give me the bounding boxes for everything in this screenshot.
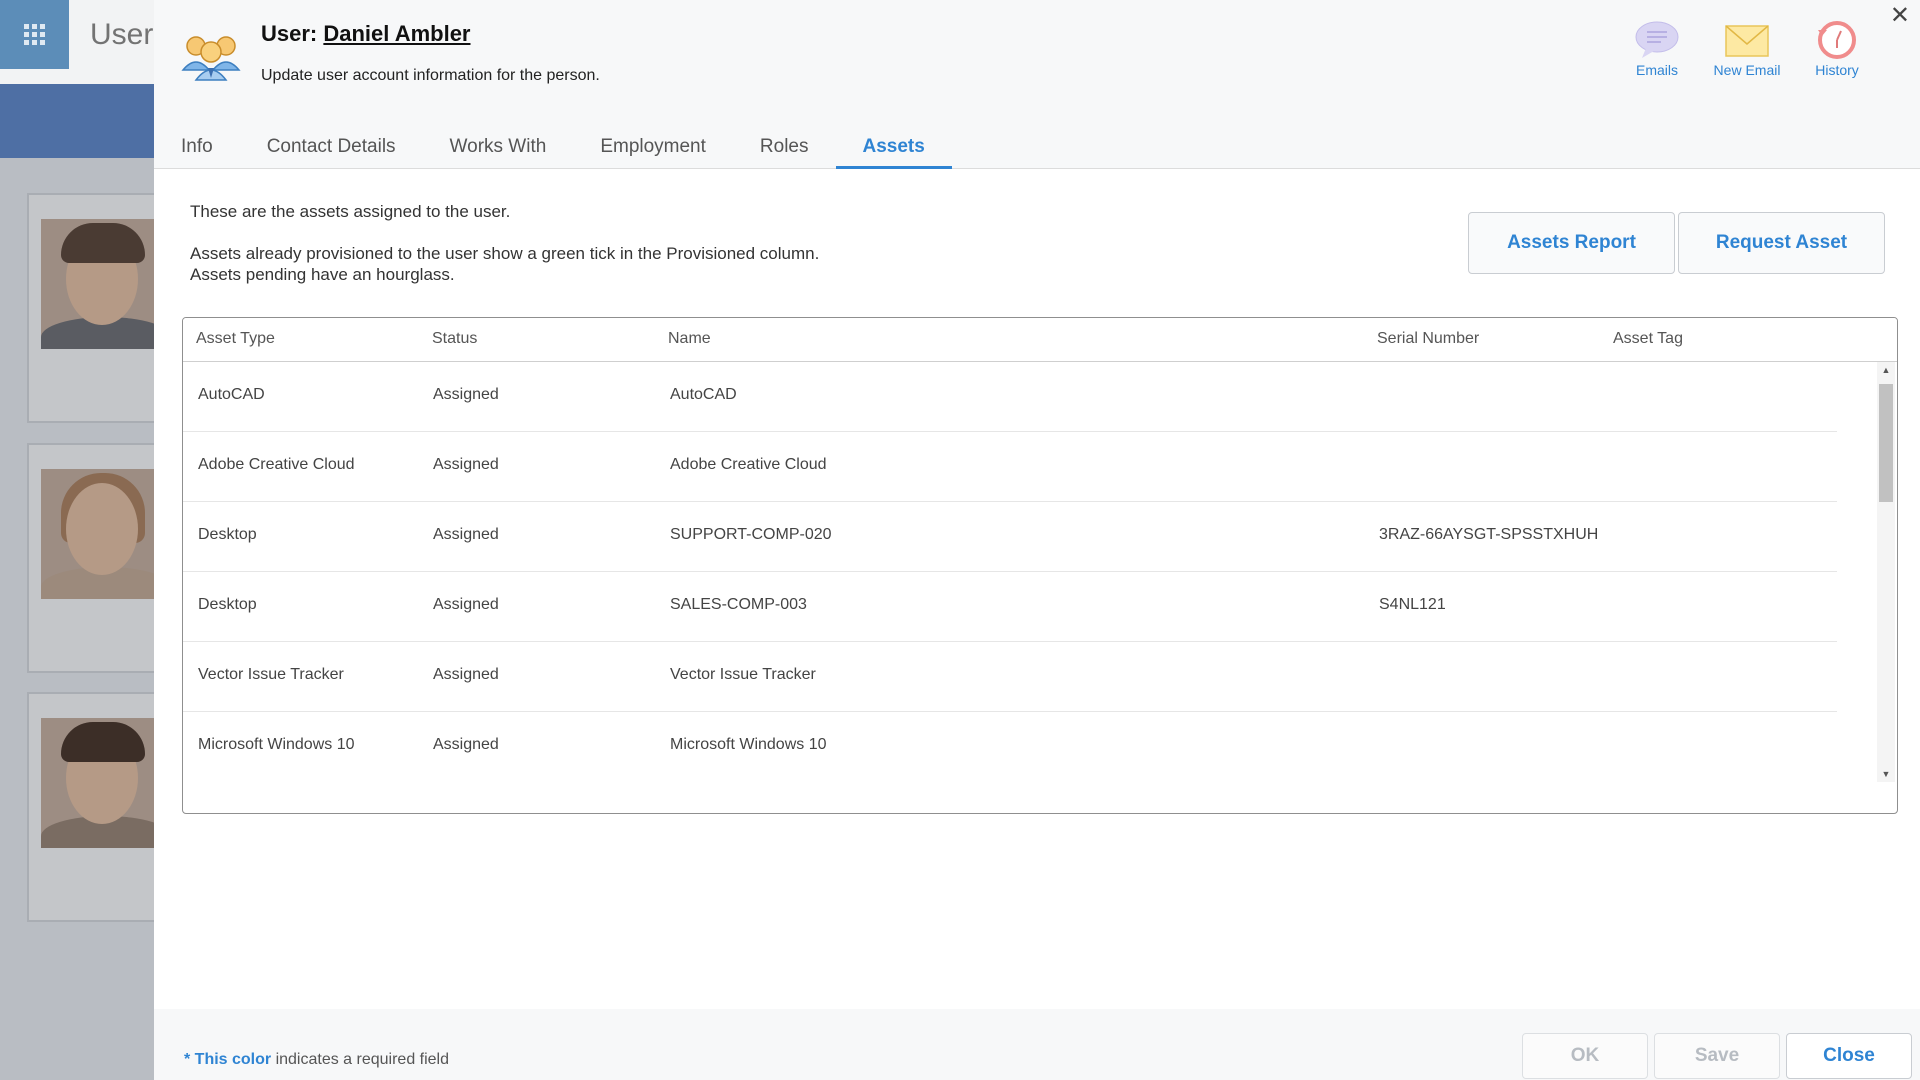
required-field-note: * This color indicates a required field: [184, 1051, 449, 1069]
table-row[interactable]: AutoCAD Assigned AutoCAD: [183, 362, 1837, 432]
dialog-subtitle: Update user account information for the …: [261, 67, 600, 84]
dialog-header: ✕ User: Daniel Ambler Update user accoun…: [154, 0, 1920, 169]
emails-button[interactable]: Emails: [1620, 20, 1694, 78]
table-header: Asset Type Status Name Serial Number Ass…: [183, 318, 1897, 362]
cell-asset-type: Adobe Creative Cloud: [198, 456, 355, 473]
scroll-down-arrow-icon[interactable]: ▼: [1877, 766, 1895, 782]
pending-note: Assets pending have an hourglass.: [190, 265, 455, 284]
cell-status: Assigned: [433, 596, 499, 613]
table-row[interactable]: Desktop Assigned SALES-COMP-003 S4NL121: [183, 572, 1837, 642]
assets-report-button[interactable]: Assets Report: [1468, 212, 1675, 274]
request-asset-button[interactable]: Request Asset: [1678, 212, 1885, 274]
close-icon[interactable]: ✕: [1890, 4, 1910, 28]
table-scrollbar[interactable]: ▲ ▼: [1877, 362, 1895, 782]
table-row[interactable]: Vector Issue Tracker Assigned Vector Iss…: [183, 642, 1837, 712]
user-photo: [41, 718, 171, 848]
grid-icon: [24, 24, 45, 45]
intro-text: These are the assets assigned to the use…: [190, 202, 511, 221]
required-color-sample: * This color: [184, 1051, 272, 1068]
column-header-asset-type[interactable]: Asset Type: [196, 330, 275, 348]
required-note-text: indicates a required field: [271, 1051, 450, 1068]
column-header-serial-number[interactable]: Serial Number: [1377, 330, 1479, 348]
tab-info[interactable]: Info: [154, 126, 240, 168]
ok-button[interactable]: OK: [1522, 1033, 1648, 1079]
tab-contact-details[interactable]: Contact Details: [240, 126, 423, 168]
provisioned-note: Assets already provisioned to the user s…: [190, 244, 820, 263]
cell-name: SUPPORT-COMP-020: [670, 526, 832, 543]
cell-asset-type: Vector Issue Tracker: [198, 666, 344, 683]
history-button[interactable]: History: [1800, 20, 1874, 78]
tab-bar: Info Contact Details Works With Employme…: [154, 126, 953, 169]
cell-name: Microsoft Windows 10: [670, 736, 827, 753]
emails-label: Emails: [1635, 62, 1678, 78]
new-email-label: New Email: [1713, 62, 1781, 78]
cell-status: Assigned: [433, 526, 499, 543]
title-prefix: User:: [261, 21, 318, 46]
tab-employment[interactable]: Employment: [573, 126, 733, 168]
cell-asset-type: Desktop: [198, 596, 257, 613]
cell-status: Assigned: [433, 456, 499, 473]
envelope-icon: [1725, 25, 1769, 57]
cell-name: Vector Issue Tracker: [670, 666, 816, 683]
scroll-up-arrow-icon[interactable]: ▲: [1877, 362, 1895, 378]
table-body: AutoCAD Assigned AutoCAD Adobe Creative …: [183, 362, 1837, 772]
cell-serial-number: S4NL121: [1379, 596, 1446, 613]
assets-table: Asset Type Status Name Serial Number Ass…: [182, 317, 1898, 814]
save-button[interactable]: Save: [1654, 1033, 1780, 1079]
table-row[interactable]: Desktop Assigned SUPPORT-COMP-020 3RAZ-6…: [183, 502, 1837, 572]
users-group-icon: [181, 36, 241, 81]
column-header-name[interactable]: Name: [668, 330, 711, 348]
cell-status: Assigned: [433, 386, 499, 403]
column-header-asset-tag[interactable]: Asset Tag: [1613, 330, 1683, 348]
user-name-link[interactable]: Daniel Ambler: [323, 21, 470, 46]
user-photo: [41, 469, 171, 599]
cell-asset-type: Desktop: [198, 526, 257, 543]
cell-name: AutoCAD: [670, 386, 737, 403]
user-photo: [41, 219, 171, 349]
dialog-footer: * This color indicates a required field …: [154, 1009, 1920, 1080]
cell-status: Assigned: [433, 666, 499, 683]
cell-status: Assigned: [433, 736, 499, 753]
table-row[interactable]: Adobe Creative Cloud Assigned Adobe Crea…: [183, 432, 1837, 502]
table-row[interactable]: Microsoft Windows 10 Assigned Microsoft …: [183, 712, 1837, 772]
cell-name: Adobe Creative Cloud: [670, 456, 827, 473]
app-launcher-button[interactable]: [0, 0, 69, 69]
cell-asset-type: Microsoft Windows 10: [198, 736, 355, 753]
cell-name: SALES-COMP-003: [670, 596, 807, 613]
history-label: History: [1815, 62, 1859, 78]
new-email-button[interactable]: New Email: [1710, 20, 1784, 78]
user-dialog: ✕ User: Daniel Ambler Update user accoun…: [154, 0, 1920, 1080]
dialog-title: User: Daniel Ambler: [261, 21, 471, 47]
column-header-status[interactable]: Status: [432, 330, 477, 348]
tab-roles[interactable]: Roles: [733, 126, 836, 168]
history-clock-icon: [1818, 21, 1856, 59]
cell-asset-type: AutoCAD: [198, 386, 265, 403]
cell-serial-number: 3RAZ-66AYSGT-SPSSTXHUH: [1379, 526, 1599, 543]
close-button[interactable]: Close: [1786, 1033, 1912, 1079]
tab-works-with[interactable]: Works With: [423, 126, 574, 168]
chat-bubble-icon: [1635, 21, 1679, 58]
scrollbar-thumb[interactable]: [1879, 384, 1893, 502]
tab-assets[interactable]: Assets: [835, 126, 953, 169]
background-page-title: User: [90, 18, 154, 51]
